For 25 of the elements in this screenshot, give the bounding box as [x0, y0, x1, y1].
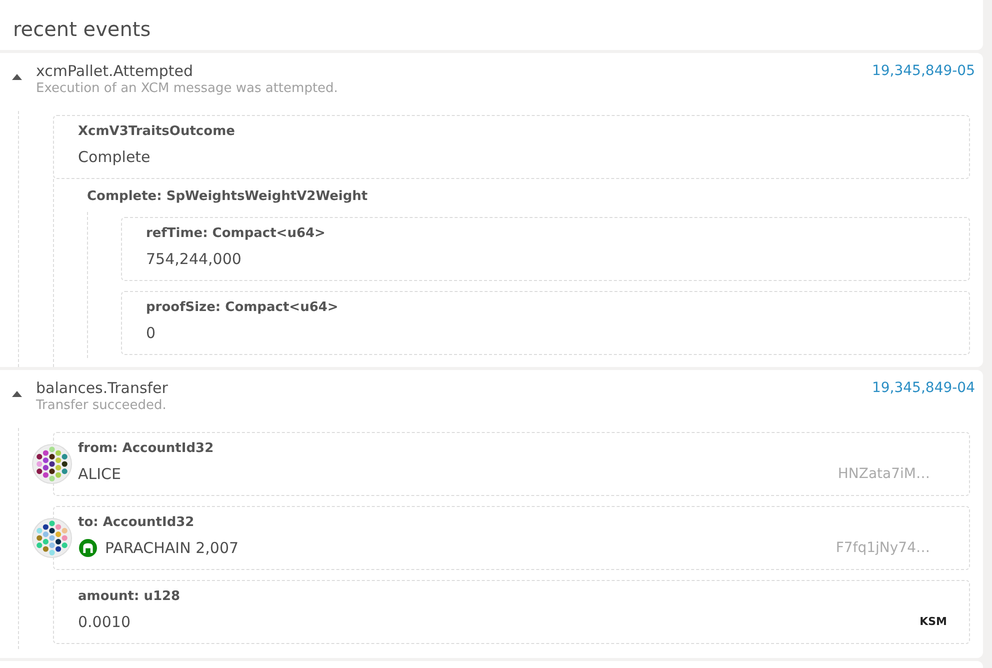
struct-label: Complete: SpWeightsWeightV2Weight	[87, 188, 368, 206]
param-value: Complete	[78, 147, 150, 168]
param-label: XcmV3TraitsOutcome	[78, 123, 235, 141]
param-label: from: AccountId32	[78, 440, 214, 458]
account-address: HNZata7iM…	[838, 465, 930, 484]
param-value: 754,244,000	[146, 249, 242, 270]
param-value: 0	[146, 323, 156, 344]
event-name: balances.Transfer	[36, 378, 168, 398]
param-label: to: AccountId32	[78, 514, 194, 532]
caret-icon[interactable]	[12, 74, 22, 80]
block-link[interactable]: 19,345,849-04	[872, 378, 975, 398]
param-label: amount: u128	[78, 588, 180, 606]
param-value: 0.0010	[78, 612, 130, 633]
caret-icon[interactable]	[12, 391, 22, 397]
param-label: refTime: Compact<u64>	[146, 225, 326, 243]
section-title: recent events	[13, 17, 151, 41]
account-name: ALICE	[78, 464, 121, 485]
token-symbol: KSM	[920, 615, 947, 629]
block-link[interactable]: 19,345,849-05	[872, 61, 975, 81]
event-description: Execution of an XCM message was attempted.	[36, 81, 338, 97]
event-name: xcmPallet.Attempted	[36, 61, 194, 81]
param-label: proofSize: Compact<u64>	[146, 299, 338, 317]
event-description: Transfer succeeded.	[36, 398, 166, 414]
account-address: F7fq1jNy74…	[836, 539, 930, 558]
account-name: PARACHAIN 2,007	[105, 538, 239, 559]
